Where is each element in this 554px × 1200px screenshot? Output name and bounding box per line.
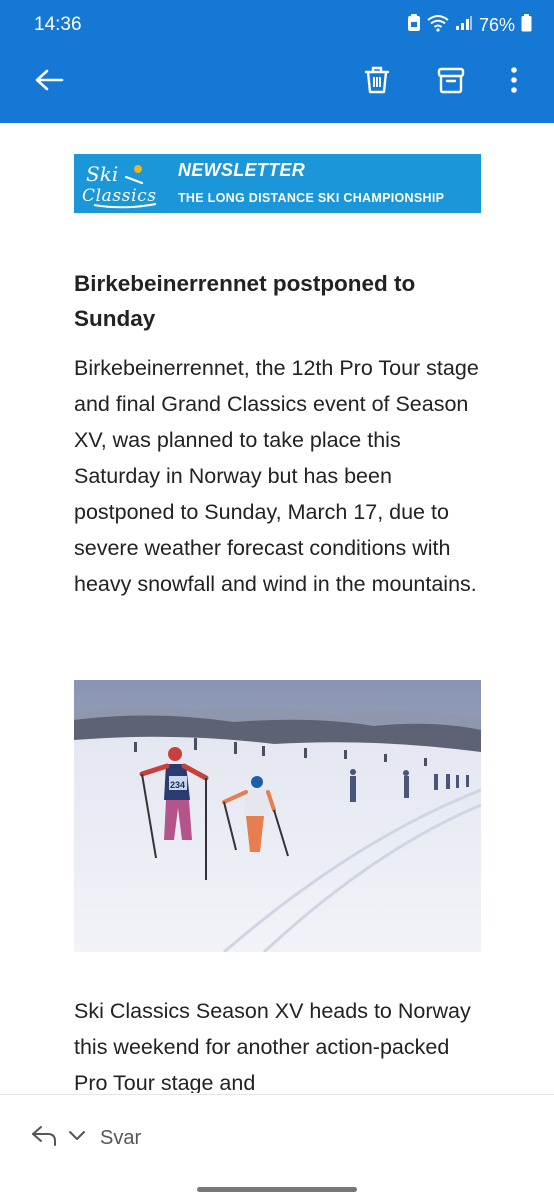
email-body[interactable]: Ski Classics NEWSLETTER THE LONG DISTANC… — [8, 123, 546, 1093]
trash-icon — [363, 65, 391, 100]
delete-button[interactable] — [357, 62, 397, 102]
ski-classics-logo: Ski Classics — [80, 157, 164, 211]
top-bar: 14:36 76% — [0, 0, 554, 123]
security-icon — [407, 14, 421, 37]
bib-number: 234 — [170, 780, 185, 790]
archive-button[interactable] — [431, 62, 471, 102]
home-indicator[interactable] — [197, 1187, 357, 1192]
status-time: 14:36 — [34, 14, 82, 35]
chevron-down-icon[interactable] — [67, 1129, 87, 1148]
reply-arrow-icon[interactable] — [30, 1125, 58, 1152]
reply-button[interactable]: Svar — [100, 1127, 141, 1150]
wifi-icon — [427, 14, 449, 37]
status-bar: 14:36 76% — [0, 0, 554, 52]
archive-icon — [437, 66, 465, 99]
newsletter-banner: Ski Classics NEWSLETTER THE LONG DISTANC… — [74, 154, 481, 213]
more-options-button[interactable] — [494, 62, 534, 102]
race-photo[interactable]: 234 — [74, 680, 481, 952]
status-icons: 76% — [407, 14, 532, 37]
logo-line2: Classics — [82, 186, 156, 206]
newsletter-title: NEWSLETTER — [178, 160, 305, 180]
logo-line1: Ski — [86, 162, 118, 186]
article-headline: Birkebeinerrennet postponed to Sunday — [74, 271, 416, 331]
article-paragraph: Birkebeinerrennet, the 12th Pro Tour sta… — [74, 356, 479, 596]
signal-icon — [455, 15, 473, 36]
newsletter-subtitle: THE LONG DISTANCE SKI CHAMPIONSHIP — [178, 191, 445, 205]
arrow-left-icon — [34, 68, 64, 97]
article-paragraph-2: Ski Classics Season XV heads to Norway t… — [74, 999, 471, 1093]
battery-icon — [521, 14, 532, 37]
more-vertical-icon — [510, 66, 518, 99]
reply-bar: Svar — [0, 1094, 554, 1179]
app-bar — [0, 52, 554, 112]
battery-percent: 76% — [478, 15, 515, 35]
back-button[interactable] — [29, 62, 69, 102]
